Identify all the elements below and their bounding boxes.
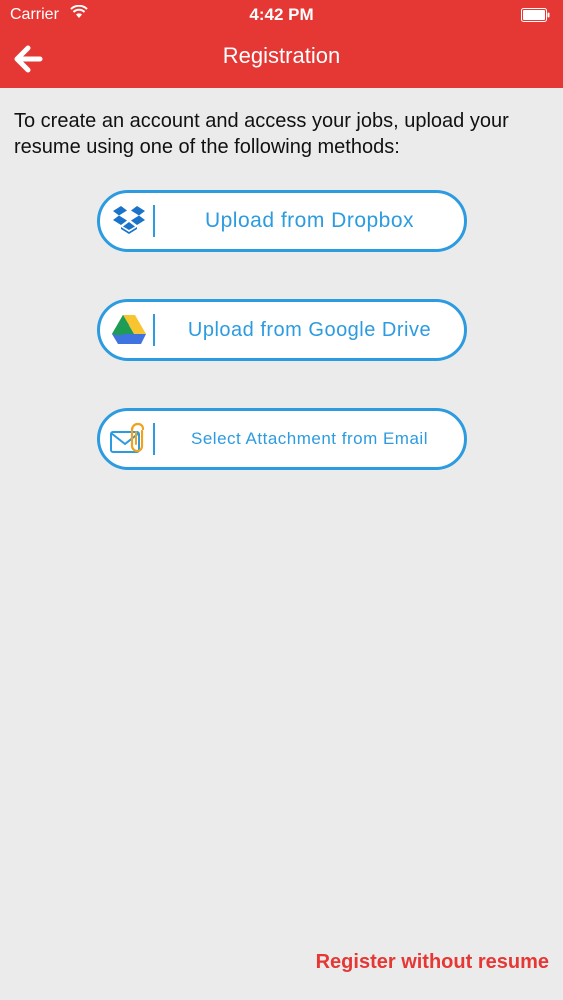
upload-google-drive-label: Upload from Google Drive bbox=[187, 318, 432, 341]
app-header: Carrier 4:42 PM Registration bbox=[0, 0, 563, 88]
battery-icon bbox=[521, 8, 551, 27]
status-time: 4:42 PM bbox=[249, 5, 314, 24]
upload-dropbox-label: Upload from Dropbox bbox=[204, 209, 415, 232]
page-title: Registration bbox=[222, 43, 341, 68]
status-bar: Carrier 4:42 PM bbox=[0, 0, 563, 30]
register-without-resume-link[interactable]: Register without resume bbox=[316, 951, 549, 974]
upload-dropbox-button[interactable]: Upload from Dropbox bbox=[97, 190, 467, 252]
dropbox-icon bbox=[110, 203, 148, 239]
select-email-attachment-label: Select Attachment from Email bbox=[191, 429, 428, 448]
instructions-text: To create an account and access your job… bbox=[14, 110, 509, 158]
select-email-attachment-button[interactable]: Select Attachment from Email bbox=[97, 408, 467, 470]
google-drive-icon bbox=[110, 312, 148, 348]
upload-google-drive-button[interactable]: Upload from Google Drive bbox=[97, 299, 467, 361]
email-attachment-icon bbox=[110, 421, 148, 457]
navigation-bar: Registration bbox=[0, 30, 563, 88]
